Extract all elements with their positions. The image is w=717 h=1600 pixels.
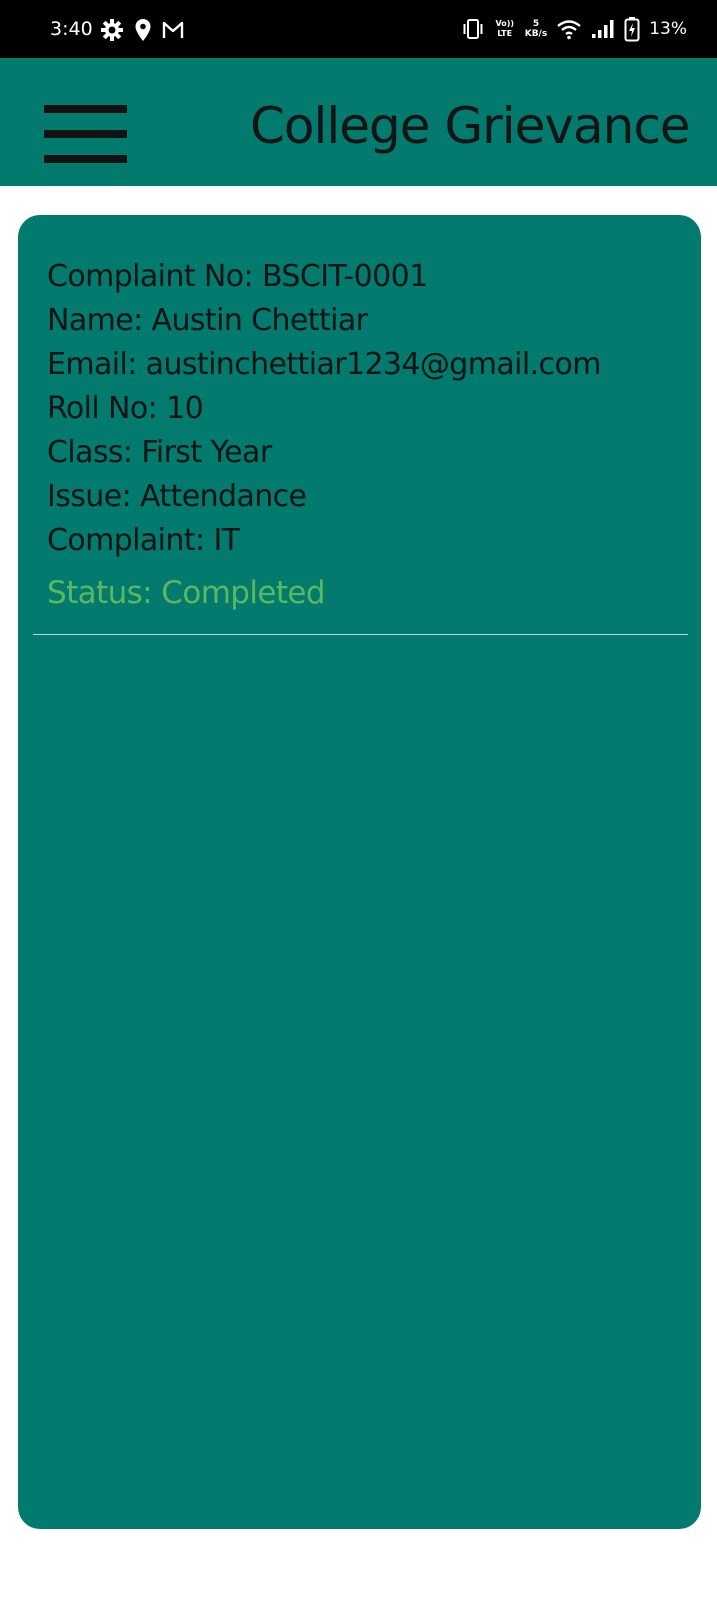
class-year: Class: First Year (47, 435, 272, 470)
battery-percentage: 13% (649, 19, 687, 39)
divider (33, 634, 688, 635)
complaint-details: Complaint No: BSCIT-0001 Name: Austin Ch… (47, 255, 687, 615)
volte-indicator: Vo)) LTE (495, 19, 514, 38)
menu-icon-bar (44, 155, 127, 163)
status-bar: 3:40 Vo)) LTE 5 KB/s 13% (0, 0, 717, 58)
status-notification-icons (100, 17, 184, 43)
network-speed: 5 KB/s (525, 19, 547, 39)
complainant-name: Name: Austin Chettiar (47, 303, 368, 338)
complaint-number: Complaint No: BSCIT-0001 (47, 259, 428, 294)
menu-icon-bar (44, 105, 127, 113)
battery-charging-icon (624, 16, 640, 42)
complaint-department: Complaint: IT (47, 523, 240, 558)
status-time: 3:40 (50, 18, 93, 40)
gmail-icon (162, 20, 184, 40)
vibrate-icon (461, 18, 485, 40)
network-speed-unit: KB/s (524, 29, 548, 39)
status-badge: Status: Completed (47, 575, 326, 611)
menu-icon[interactable] (44, 105, 127, 163)
complainant-email: Email: austinchettiar1234@gmail.com (47, 347, 601, 382)
roll-number: Roll No: 10 (47, 391, 204, 426)
status-system-icons: Vo)) LTE 5 KB/s 13% (461, 14, 687, 44)
location-pin-icon (134, 18, 152, 42)
wifi-icon (556, 18, 582, 40)
issue-type: Issue: Attendance (47, 479, 307, 514)
network-speed-value: 5 (532, 19, 540, 29)
settings-gear-icon (100, 18, 124, 42)
complaint-card[interactable]: Complaint No: BSCIT-0001 Name: Austin Ch… (18, 215, 701, 1529)
menu-icon-bar (44, 130, 127, 138)
page-title: College Grievance (250, 97, 691, 155)
signal-icon (591, 19, 615, 39)
app-bar: College Grievance (0, 58, 717, 186)
